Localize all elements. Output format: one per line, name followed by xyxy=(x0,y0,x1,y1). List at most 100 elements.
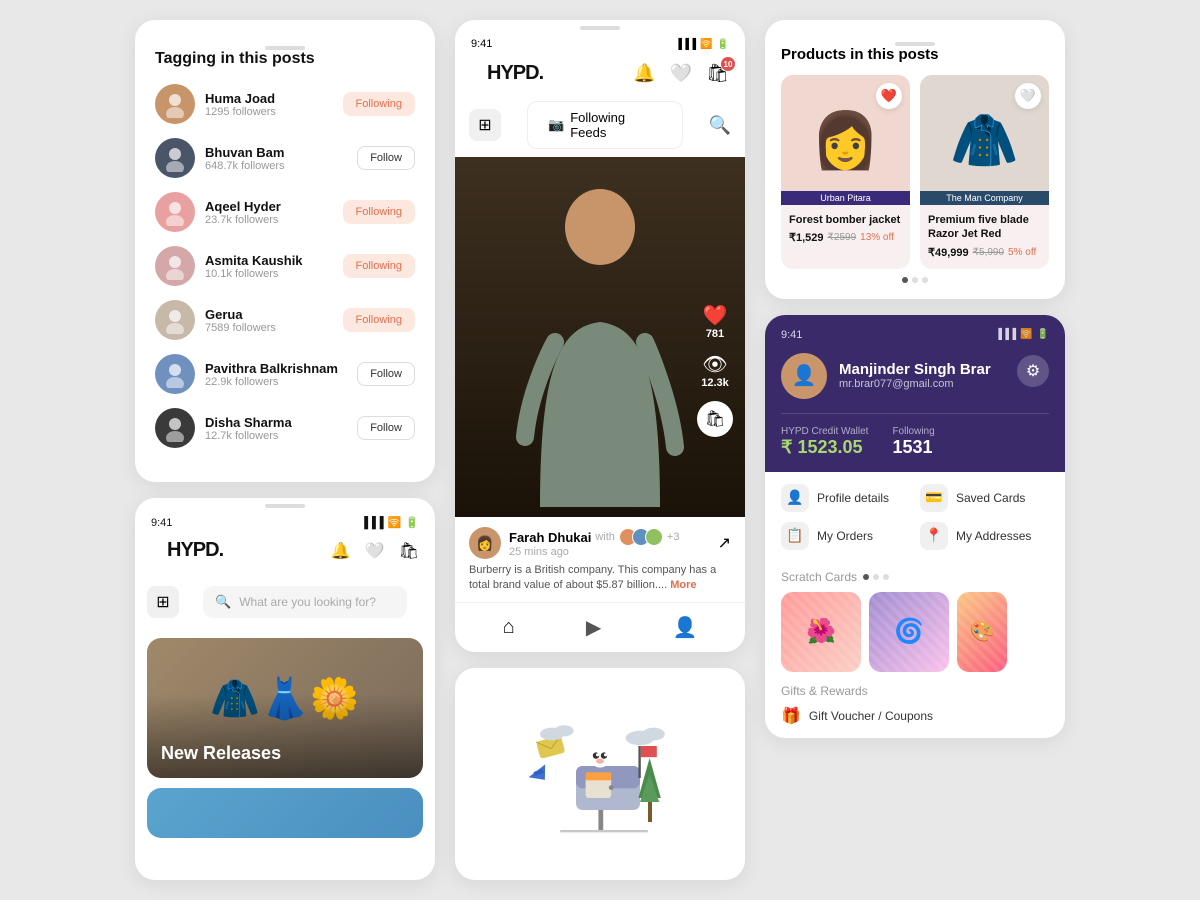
profile-menu: 👤 Profile details 💳 Saved Cards 📋 My Ord… xyxy=(765,472,1065,562)
follow-btn-0[interactable]: Following xyxy=(343,92,415,116)
wallet-label: HYPD Credit Wallet xyxy=(781,426,868,437)
profile-status-icons: ▐▐▐ 🛜 🔋 xyxy=(995,329,1049,341)
scratch-card-2-inner: 🌀 xyxy=(869,592,949,672)
collab-avatar-3 xyxy=(645,528,663,546)
feed-stats: ❤️ 781 👁 12.3k 🛍 xyxy=(697,303,733,437)
gifts-section: Gifts & Rewards 🎁 Gift Voucher / Coupons xyxy=(765,676,1065,738)
follower-avatar-5 xyxy=(155,354,195,394)
heart-icon-left[interactable]: 🤍 xyxy=(365,541,385,561)
views-stat: 👁 12.3k xyxy=(701,352,729,389)
right-column: Products in this posts 👩 ❤️ Urban Pitara… xyxy=(765,20,1065,880)
scratch-card-2[interactable]: 🌀 xyxy=(869,592,949,672)
follower-count-2: 23.7k followers xyxy=(205,214,333,226)
mail-svg xyxy=(520,709,680,839)
scratch-section: Scratch Cards 🌺 🌀 🎨 xyxy=(765,562,1065,676)
product-price-1: ₹1,529 ₹2599 13% off xyxy=(789,231,902,244)
saved-cards-label: Saved Cards xyxy=(956,491,1025,505)
follower-item-0: Huma Joad 1295 followers Following xyxy=(155,84,415,124)
product-name-1: Forest bomber jacket xyxy=(789,213,902,227)
wifi-icon: 🛜 xyxy=(388,516,402,529)
follower-info-4: Gerua 7589 followers xyxy=(205,307,333,334)
search-icon-center[interactable]: 🔍 xyxy=(709,115,731,136)
mail-card xyxy=(455,668,745,880)
gift-voucher-item[interactable]: 🎁 Gift Voucher / Coupons xyxy=(781,706,1049,726)
status-bar-center: 9:41 ▐▐▐ 🛜 🔋 xyxy=(455,30,745,54)
feeds-icon: 📷 xyxy=(548,117,564,133)
price-current-1: ₹1,529 xyxy=(789,231,824,244)
battery-icon: 🔋 xyxy=(405,516,419,529)
collab-avatars xyxy=(619,528,663,546)
product-heart-1[interactable]: ❤️ xyxy=(876,83,902,109)
follower-item-4: Gerua 7589 followers Following xyxy=(155,300,415,340)
follow-btn-6[interactable]: Follow xyxy=(357,416,415,440)
bag-icon-left[interactable]: 🛍 xyxy=(399,541,419,561)
follower-count-3: 10.1k followers xyxy=(205,268,333,280)
settings-button[interactable]: ⚙ xyxy=(1017,355,1049,387)
follower-avatar-4 xyxy=(155,300,195,340)
follower-list: Huma Joad 1295 followers Following Bhuva… xyxy=(155,84,415,448)
follower-name-3: Asmita Kaushik xyxy=(205,253,333,268)
bell-icon-left[interactable]: 🔔 xyxy=(331,541,351,561)
product-item-2[interactable]: 🧥 🤍 The Man Company Premium five blade R… xyxy=(920,75,1049,269)
new-releases-banner[interactable]: 🧥👗🌼 New Releases xyxy=(147,638,423,778)
following-stat-value: 1531 xyxy=(892,437,934,458)
video-nav-icon[interactable]: ▶ xyxy=(586,615,601,640)
collab-count: +3 xyxy=(667,531,680,543)
scratch-card-1[interactable]: 🌺 xyxy=(781,592,861,672)
follow-btn-2[interactable]: Following xyxy=(343,200,415,224)
scratch-dot-3 xyxy=(883,574,889,580)
feed-user-details: Farah Dhukai with +3 25 mins ago xyxy=(509,528,679,558)
menu-my-addresses[interactable]: 📍 My Addresses xyxy=(920,522,1049,550)
time-center: 9:41 xyxy=(471,38,492,50)
follow-btn-3[interactable]: Following xyxy=(343,254,415,278)
grid-icon-center[interactable]: ⊞ xyxy=(469,109,501,141)
following-feeds-tab[interactable]: 📷 Following Feeds xyxy=(527,101,683,149)
follow-btn-1[interactable]: Follow xyxy=(357,146,415,170)
follower-name-4: Gerua xyxy=(205,307,333,322)
profile-nav-icon[interactable]: 👤 xyxy=(672,615,697,640)
share-icon[interactable]: ↗ xyxy=(718,533,731,553)
scratch-dot-1 xyxy=(863,574,869,580)
menu-saved-cards[interactable]: 💳 Saved Cards xyxy=(920,484,1049,512)
profile-status-bar: 9:41 ▐▐▐ 🛜 🔋 xyxy=(781,329,1049,341)
menu-my-orders[interactable]: 📋 My Orders xyxy=(781,522,910,550)
battery-center: 🔋 xyxy=(717,39,729,50)
products-card: Products in this posts 👩 ❤️ Urban Pitara… xyxy=(765,20,1065,299)
follower-avatar-3 xyxy=(155,246,195,286)
scratch-card-3[interactable]: 🎨 xyxy=(957,592,1007,672)
follow-btn-4[interactable]: Following xyxy=(343,308,415,332)
menu-profile-details[interactable]: 👤 Profile details xyxy=(781,484,910,512)
phone-main-card: 9:41 ▐▐▐ 🛜 🔋 HYPD. 🔔 🤍 🛍 10 ⊞ 📷 F xyxy=(455,20,745,652)
my-orders-label: My Orders xyxy=(817,529,873,543)
follower-info-6: Disha Sharma 12.7k followers xyxy=(205,415,347,442)
my-addresses-icon: 📍 xyxy=(920,522,948,550)
price-current-2: ₹49,999 xyxy=(928,246,969,259)
heart-stat-icon[interactable]: ❤️ xyxy=(703,303,728,328)
follow-btn-5[interactable]: Follow xyxy=(357,362,415,386)
views-stat-icon[interactable]: 👁 xyxy=(701,352,729,377)
status-bar-left: 9:41 ▐▐▐ 🛜 🔋 xyxy=(135,508,435,533)
heart-icon-center[interactable]: 🤍 xyxy=(670,63,692,84)
profile-user: 👤 Manjinder Singh Brar mr.brar077@gmail.… xyxy=(781,353,1049,399)
more-link[interactable]: More xyxy=(670,579,696,591)
product-info-1: Forest bomber jacket ₹1,529 ₹2599 13% of… xyxy=(781,205,910,254)
product-heart-2[interactable]: 🤍 xyxy=(1015,83,1041,109)
share-button[interactable]: 🛍 xyxy=(697,401,733,437)
product-item-1[interactable]: 👩 ❤️ Urban Pitara Forest bomber jacket ₹… xyxy=(781,75,910,269)
follower-avatar-0 xyxy=(155,84,195,124)
my-orders-icon: 📋 xyxy=(781,522,809,550)
bell-icon-center[interactable]: 🔔 xyxy=(633,63,655,84)
left-column: Tagging in this posts Huma Joad 1295 fol… xyxy=(135,20,435,880)
center-column: 9:41 ▐▐▐ 🛜 🔋 HYPD. 🔔 🤍 🛍 10 ⊞ 📷 F xyxy=(455,20,745,880)
gift-label: Gift Voucher / Coupons xyxy=(809,709,933,723)
following-stat: Following 1531 xyxy=(892,426,934,458)
product-brand-2: The Man Company xyxy=(920,191,1049,205)
price-off-2: 5% off xyxy=(1008,247,1036,258)
products-dots xyxy=(781,277,1049,283)
grid-icon[interactable]: ⊞ xyxy=(147,586,179,618)
search-bar[interactable]: 🔍 What are you looking for? xyxy=(203,586,407,618)
profile-details-icon: 👤 xyxy=(781,484,809,512)
follower-name-6: Disha Sharma xyxy=(205,415,347,430)
likes-count: 781 xyxy=(703,328,728,340)
home-nav-icon[interactable]: ⌂ xyxy=(503,616,515,639)
